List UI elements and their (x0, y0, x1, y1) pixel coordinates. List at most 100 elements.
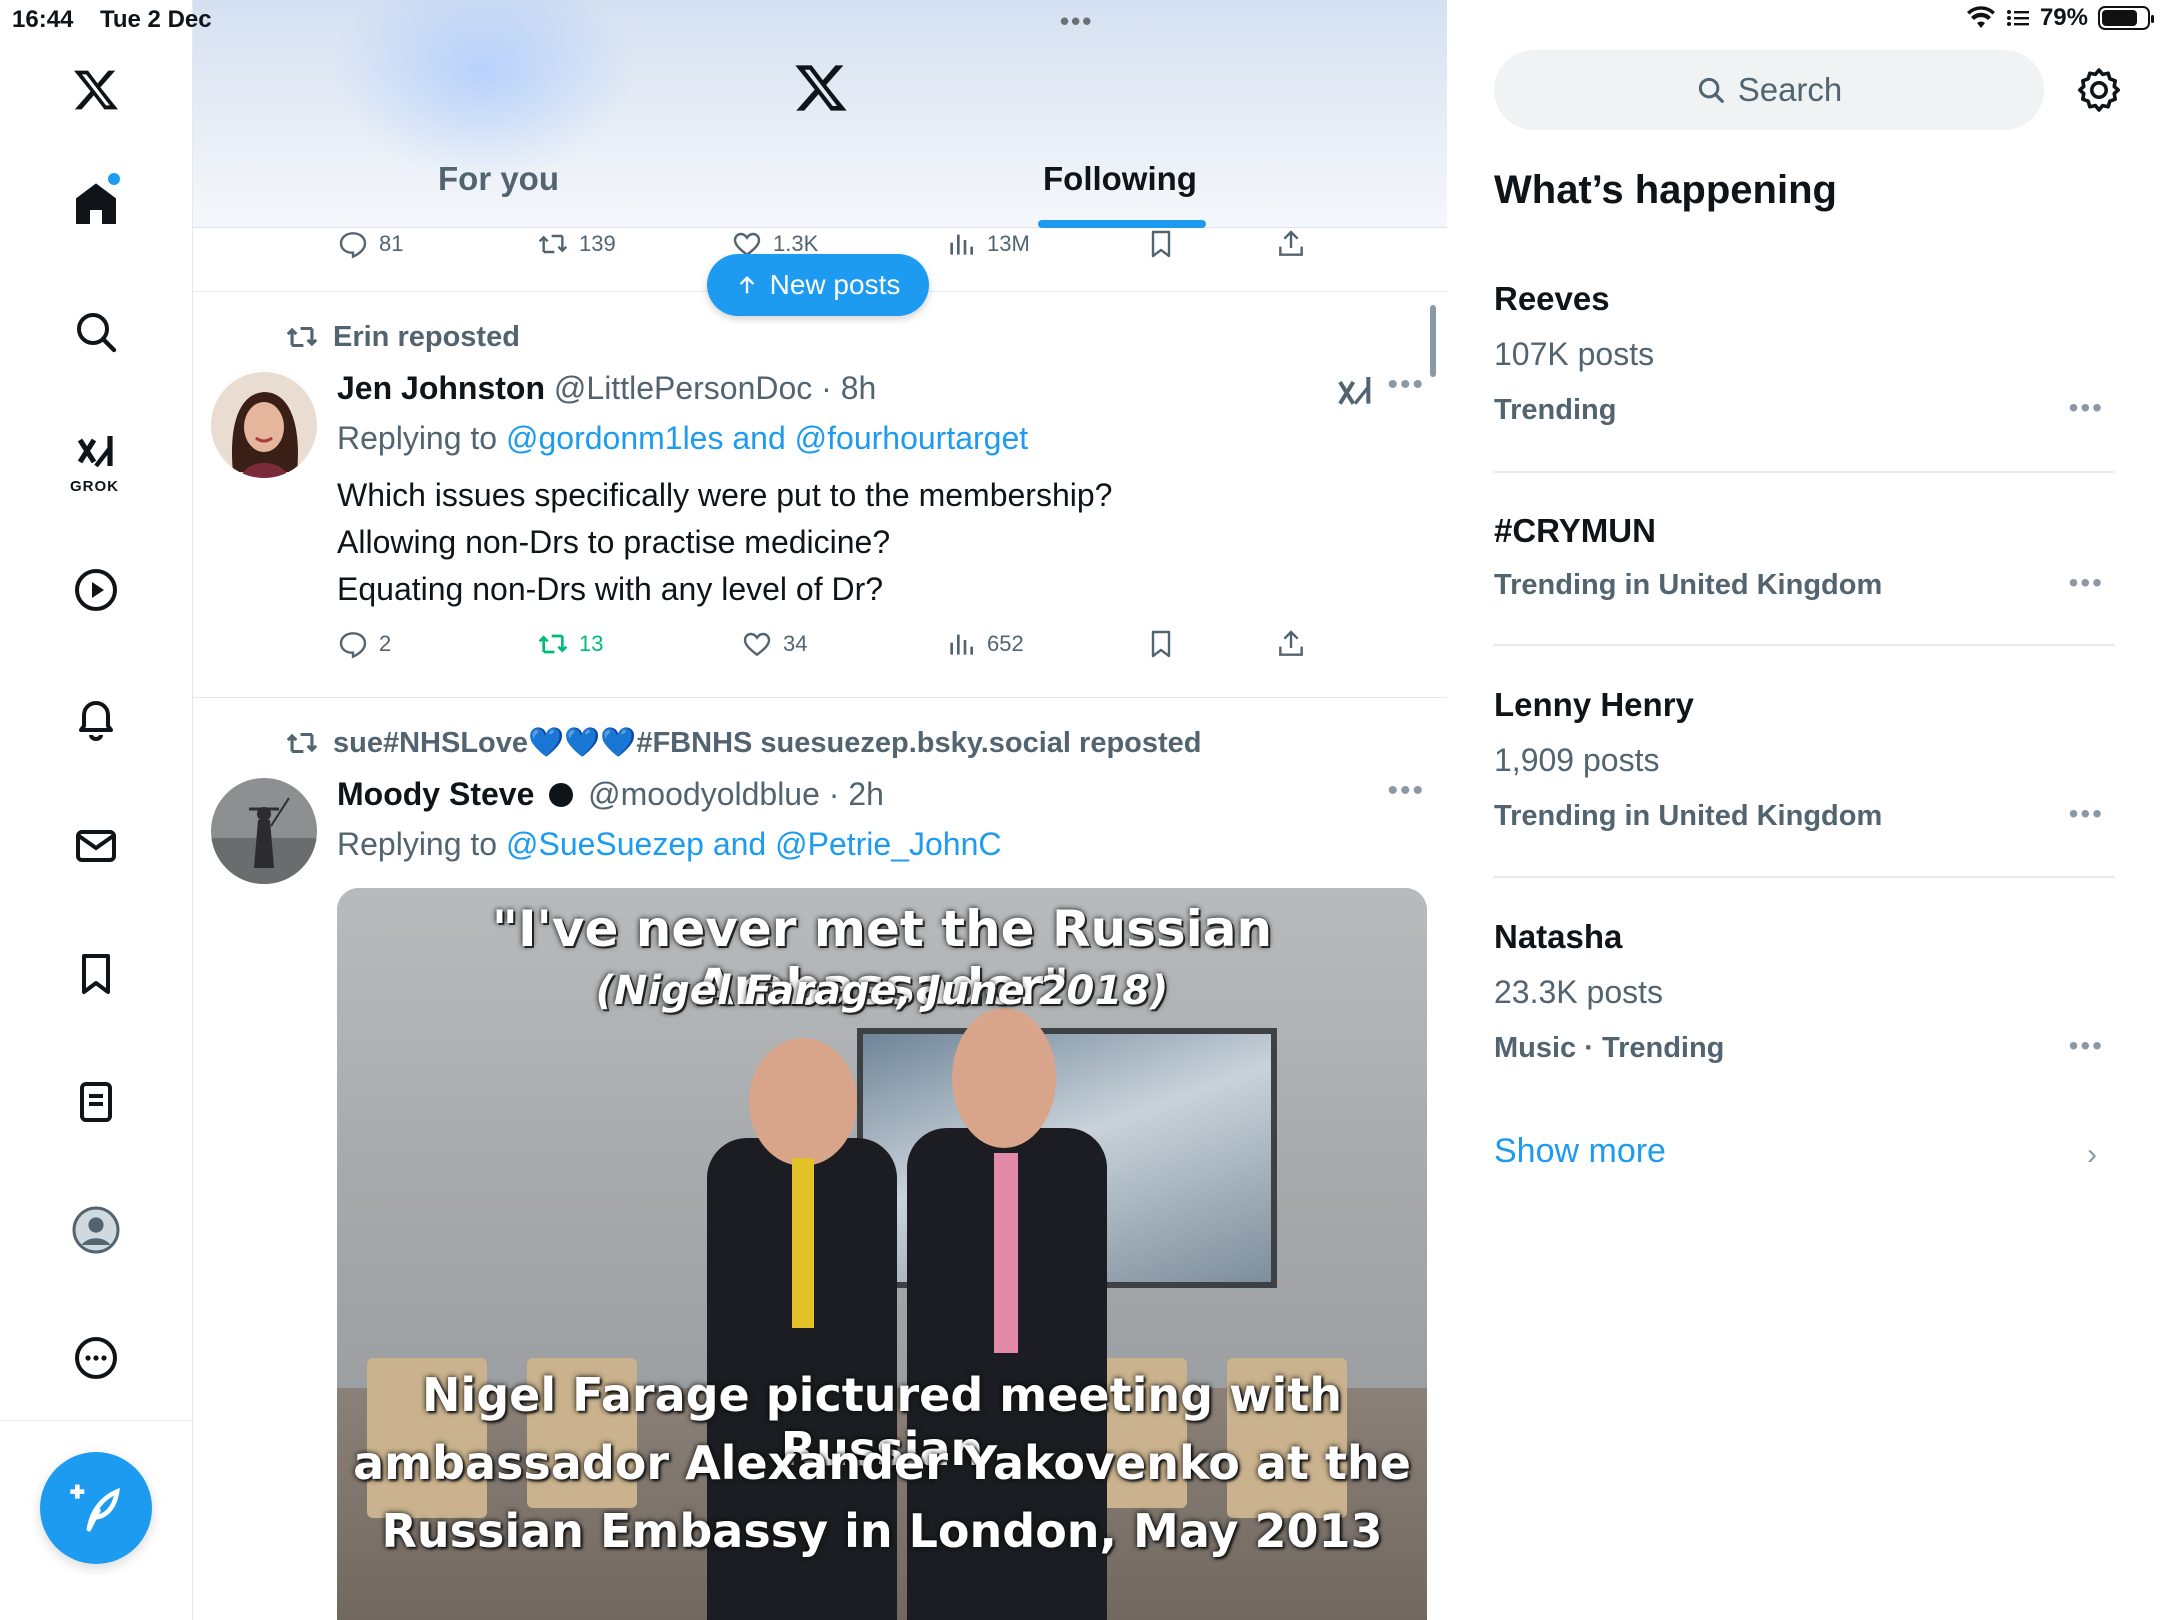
show-more-link[interactable]: Show more (1494, 1132, 1666, 1171)
compose-post-button[interactable] (40, 1452, 152, 1564)
author-handle[interactable]: @LittlePersonDoc (554, 370, 812, 406)
nav-profile[interactable] (60, 1194, 132, 1266)
bookmark-icon (82, 954, 110, 994)
media-caption-bottom: Russian Embassy in London, May 2013 (381, 1504, 1383, 1558)
replying-to-links[interactable]: @gordonm1les and @fourhourtarget (506, 420, 1028, 456)
author-handle[interactable]: @moodyoldblue (588, 776, 820, 812)
post-text-line: Allowing non-Drs to practise medicine? (337, 524, 891, 560)
repost-icon (538, 234, 568, 254)
status-time: 16:44 (12, 6, 74, 33)
reply-count: 81 (379, 231, 404, 256)
multitasking-dots-icon[interactable]: ••• (1060, 6, 1093, 37)
timeline: 81 139 1.3K 13M Erin reposted Jen Johnst… (193, 0, 1447, 1620)
search-placeholder: Search (1737, 71, 1843, 108)
trend-count: 107K posts (1494, 336, 1655, 372)
trend-item[interactable]: Natasha 23.3K posts Music · Trending ••• (1494, 918, 2114, 1078)
bookmark-button[interactable] (1145, 228, 1177, 260)
tab-for-you[interactable]: For you (438, 160, 559, 198)
post-more-icon[interactable]: ••• (1387, 774, 1425, 808)
trend-more-icon[interactable]: ••• (2069, 1030, 2104, 1062)
post[interactable]: Erin reposted Jen Johnston @LittlePerson… (193, 292, 1447, 698)
trend-more-icon[interactable]: ••• (2069, 567, 2104, 599)
trend-divider (1494, 471, 2114, 473)
trend-context: Trending in United Kingdom (1494, 800, 1883, 832)
search-input[interactable]: Search (1494, 50, 2044, 130)
repost-button[interactable]: 139 (537, 228, 616, 260)
post-media-image[interactable]: "I've never met the Russian Ambassador" … (337, 888, 1427, 1620)
trend-more-icon[interactable]: ••• (2069, 392, 2104, 424)
x-logo-icon[interactable] (60, 54, 132, 126)
repost-context-text: sue#NHSLove💙💙💙#FBNHS suesuezep.bsky.soci… (333, 727, 1202, 759)
battery-icon (2098, 6, 2154, 30)
post[interactable]: sue#NHSLove💙💙💙#FBNHS suesuezep.bsky.soci… (193, 698, 1447, 1620)
trend-name: Natasha (1494, 918, 1623, 955)
post-text: Which issues specifically were put to th… (337, 472, 1112, 613)
repost-count: 13 (579, 631, 604, 656)
post-time[interactable]: 8h (841, 370, 877, 406)
post-time[interactable]: 2h (848, 776, 884, 812)
avatar[interactable] (211, 778, 317, 884)
x-logo-icon[interactable] (793, 60, 849, 116)
share-button[interactable] (1275, 628, 1307, 660)
share-button[interactable] (1275, 228, 1307, 260)
gear-icon[interactable] (2075, 66, 2123, 114)
nav-home[interactable] (60, 168, 132, 240)
heart-icon (743, 632, 771, 657)
repost-context: Erin reposted (285, 320, 520, 354)
reply-icon (339, 232, 367, 259)
nav-more[interactable] (60, 1322, 132, 1394)
trend-item[interactable]: #CRYMUN Trending in United Kingdom ••• (1494, 512, 2114, 632)
avatar[interactable] (211, 372, 317, 478)
scrollbar-thumb[interactable] (1430, 305, 1436, 377)
post-text-line: Equating non-Drs with any level of Dr? (337, 571, 884, 607)
reply-button[interactable]: 81 (337, 228, 403, 260)
status-bar: 16:44 Tue 2 Dec ••• 79% (0, 0, 2160, 40)
grok-explain-icon[interactable] (1335, 372, 1375, 412)
author-name[interactable]: Jen Johnston (337, 370, 545, 406)
post-more-icon[interactable]: ••• (1387, 368, 1425, 402)
right-sidebar: Search What’s happening Reeves 107K post… (1447, 0, 2160, 1620)
replying-prefix: Replying to (337, 420, 498, 456)
new-posts-button[interactable]: New posts (707, 254, 929, 316)
photo-head-left (749, 1038, 857, 1166)
replying-to: Replying to @gordonm1les and @fourhourta… (337, 420, 1028, 457)
nav-video[interactable] (60, 554, 132, 626)
post-text-line: Which issues specifically were put to th… (337, 477, 1113, 513)
repost-button[interactable]: 13 (537, 628, 603, 660)
bell-icon (79, 701, 113, 741)
trend-item[interactable]: Reeves 107K posts Trending ••• (1494, 280, 2114, 440)
replying-to: Replying to @SueSuezep and @Petrie_JohnC (337, 826, 1001, 863)
reply-button[interactable]: 2 (337, 628, 391, 660)
battery-percent: 79% (2039, 4, 2088, 31)
profile-avatar-icon (72, 1206, 120, 1254)
views-button[interactable]: 652 (945, 628, 1024, 660)
views-chart-icon (950, 234, 973, 255)
repost-count: 139 (579, 231, 616, 256)
nav-bookmarks[interactable] (60, 938, 132, 1010)
nav-lists[interactable] (60, 1066, 132, 1138)
author-name[interactable]: Moody Steve (337, 776, 534, 812)
wifi-icon (1966, 6, 1995, 28)
search-icon (77, 313, 117, 353)
views-button[interactable]: 13M (945, 228, 1030, 260)
list-icon (80, 1082, 112, 1122)
home-notification-dot (108, 173, 120, 185)
more-circle-icon (75, 1337, 117, 1379)
reply-count: 2 (379, 631, 392, 656)
replying-to-links[interactable]: @SueSuezep and @Petrie_JohnC (506, 826, 1002, 862)
like-button[interactable]: 34 (741, 628, 807, 660)
views-chart-icon (950, 634, 973, 655)
nav-explore[interactable] (60, 296, 132, 368)
post-header: Jen Johnston @LittlePersonDoc · 8h (337, 370, 877, 406)
grok-label: GROK (70, 478, 119, 495)
media-caption-bottom: ambassador Alexander Yakovenko at the (353, 1436, 1411, 1490)
tab-following[interactable]: Following (1043, 160, 1197, 198)
nav-notifications[interactable] (60, 682, 132, 754)
nav-messages[interactable] (60, 810, 132, 882)
focus-list-icon (2006, 10, 2029, 26)
replying-prefix: Replying to (337, 826, 498, 862)
trend-context: Music · Trending (1494, 1032, 1725, 1064)
bookmark-button[interactable] (1145, 628, 1177, 660)
trend-item[interactable]: Lenny Henry 1,909 posts Trending in Unit… (1494, 686, 2114, 846)
trend-more-icon[interactable]: ••• (2069, 798, 2104, 830)
